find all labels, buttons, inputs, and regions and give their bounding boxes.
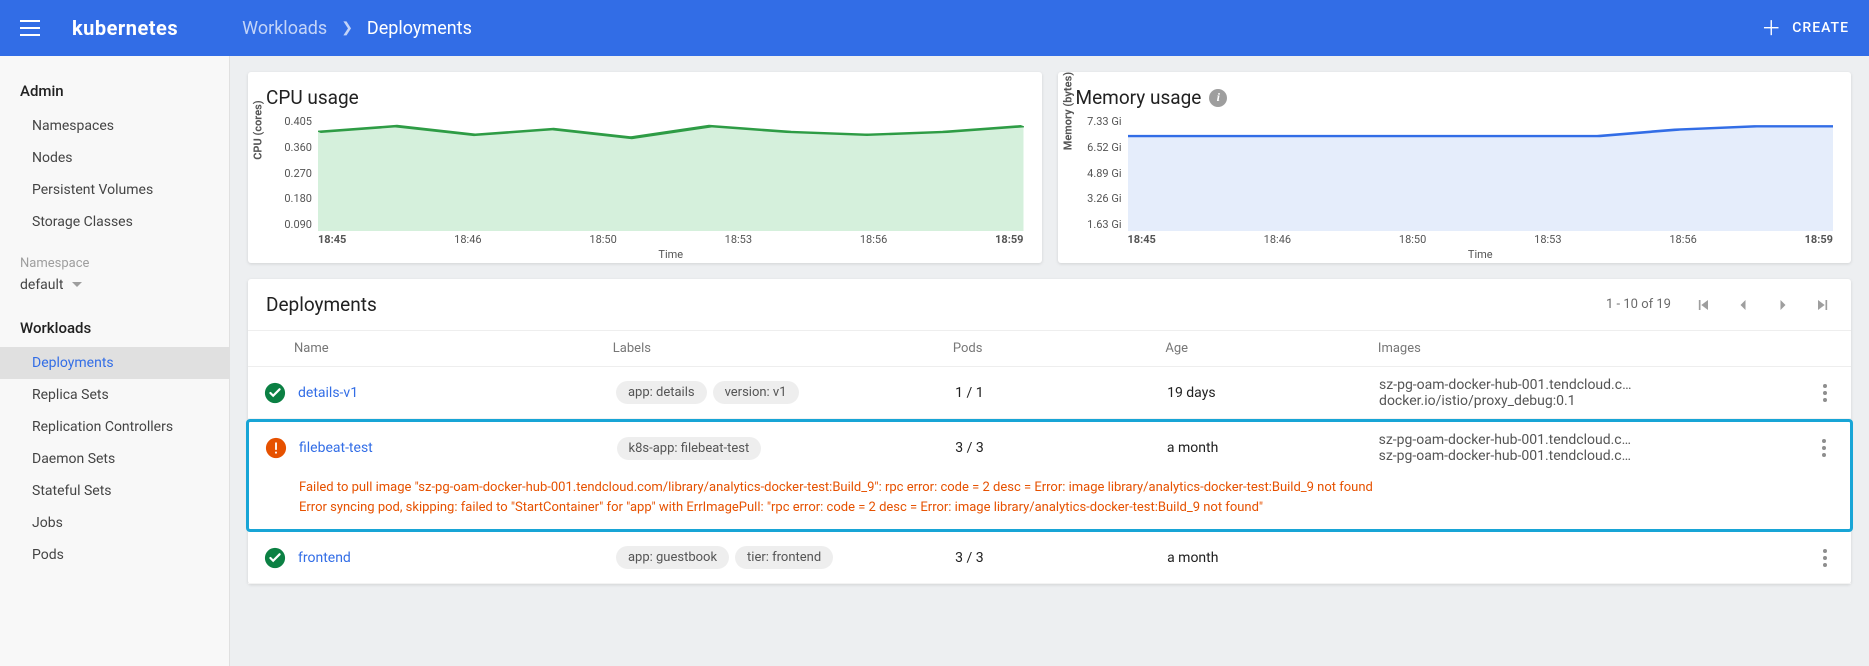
menu-icon[interactable]	[20, 14, 48, 42]
deployment-name-link[interactable]: details-v1	[298, 385, 616, 401]
cpu-chart	[318, 113, 1024, 231]
page-last-icon[interactable]	[1813, 295, 1833, 315]
pagination-range: 1 - 10 of 19	[1606, 297, 1671, 312]
age-cell: a month	[1167, 550, 1379, 566]
images-cell: sz-pg-oam-docker-hub-001.tendcloud.com…s…	[1379, 432, 1802, 464]
label-chip: app: details	[616, 381, 707, 404]
cpu-y-axis: CPU (cores) 0.405 0.360 0.270 0.180 0.09…	[266, 113, 318, 253]
memory-y-axis: Memory (bytes) 7.33 Gi 6.52 Gi 4.89 Gi 3…	[1076, 113, 1128, 253]
sidebar-workloads-title: Workloads	[0, 311, 229, 347]
breadcrumb: Workloads ❯ Deployments	[242, 18, 472, 39]
deployments-card: Deployments 1 - 10 of 19 Name Labels Pod…	[248, 279, 1851, 584]
pods-cell: 3 / 3	[955, 440, 1167, 456]
namespace-select[interactable]: default	[0, 277, 229, 311]
memory-x-axis: 18:4518:4618:5018:5318:5618:59	[1128, 231, 1834, 246]
cpu-card-title: CPU usage	[266, 86, 1024, 109]
sidebar-item-stateful-sets[interactable]: Stateful Sets	[0, 475, 229, 507]
sidebar-item-persistent-volumes[interactable]: Persistent Volumes	[0, 174, 229, 206]
sidebar-item-deployments[interactable]: Deployments	[0, 347, 229, 379]
brand: kubernetes	[72, 16, 178, 40]
table-body: details-v1 app: details version: v1 1 / 1…	[248, 367, 1851, 584]
page-first-icon[interactable]	[1693, 295, 1713, 315]
row-menu-icon[interactable]	[1803, 384, 1847, 402]
cpu-x-axis: 18:4518:4618:5018:5318:5618:59	[318, 231, 1024, 246]
row-menu-icon[interactable]	[1803, 549, 1847, 567]
status-ok-icon	[252, 382, 298, 404]
content-area: CPU usage CPU (cores) 0.405 0.360 0.270 …	[230, 56, 1869, 666]
labels-cell: app: guestbook tier: frontend	[616, 546, 955, 569]
status-ok-icon	[252, 547, 298, 569]
namespace-label: Namespace	[0, 238, 229, 277]
label-chip: tier: frontend	[735, 546, 833, 569]
breadcrumb-deployments[interactable]: Deployments	[367, 18, 472, 39]
deployment-name-link[interactable]: filebeat-test	[299, 440, 617, 456]
sidebar-item-daemon-sets[interactable]: Daemon Sets	[0, 443, 229, 475]
highlighted-error-row: filebeat-test k8s-app: filebeat-test 3 /…	[246, 419, 1853, 532]
sidebar-item-jobs[interactable]: Jobs	[0, 507, 229, 539]
pods-cell: 1 / 1	[955, 385, 1167, 401]
sidebar-item-pods[interactable]: Pods	[0, 539, 229, 571]
age-cell: 19 days	[1167, 385, 1379, 401]
sidebar-item-storage-classes[interactable]: Storage Classes	[0, 206, 229, 238]
table-row: filebeat-test k8s-app: filebeat-test 3 /…	[249, 422, 1850, 474]
row-menu-icon[interactable]	[1802, 439, 1846, 457]
page-next-icon[interactable]	[1773, 295, 1793, 315]
labels-cell: app: details version: v1	[616, 381, 955, 404]
sidebar-item-replica-sets[interactable]: Replica Sets	[0, 379, 229, 411]
status-error-icon	[253, 437, 299, 459]
error-message: Failed to pull image "sz-pg-oam-docker-h…	[253, 474, 1846, 521]
memory-usage-card: Memory usage i Memory (bytes) 7.33 Gi 6.…	[1058, 72, 1852, 263]
namespace-value: default	[20, 277, 64, 293]
sidebar-item-namespaces[interactable]: Namespaces	[0, 110, 229, 142]
chevron-right-icon: ❯	[341, 20, 353, 36]
memory-chart	[1128, 113, 1834, 231]
chevron-down-icon	[72, 280, 82, 290]
labels-cell: k8s-app: filebeat-test	[617, 437, 956, 460]
plus-icon: ＋	[1761, 18, 1782, 38]
deployments-title: Deployments	[266, 293, 377, 316]
breadcrumb-workloads[interactable]: Workloads	[242, 18, 327, 39]
create-label: CREATE	[1792, 20, 1849, 36]
pagination: 1 - 10 of 19	[1606, 295, 1833, 315]
label-chip: k8s-app: filebeat-test	[617, 437, 762, 460]
app-header: kubernetes Workloads ❯ Deployments ＋ CRE…	[0, 0, 1869, 56]
memory-time-label: Time	[1128, 248, 1834, 261]
table-row: details-v1 app: details version: v1 1 / 1…	[248, 367, 1851, 419]
label-chip: app: guestbook	[616, 546, 729, 569]
create-button[interactable]: ＋ CREATE	[1761, 18, 1849, 38]
images-cell: sz-pg-oam-docker-hub-001.tendcloud.com…d…	[1379, 377, 1803, 409]
page-prev-icon[interactable]	[1733, 295, 1753, 315]
label-chip: version: v1	[713, 381, 799, 404]
info-icon[interactable]: i	[1209, 89, 1227, 107]
table-header: Name Labels Pods Age Images	[248, 331, 1851, 367]
cpu-usage-card: CPU usage CPU (cores) 0.405 0.360 0.270 …	[248, 72, 1042, 263]
table-row: frontend app: guestbook tier: frontend 3 …	[248, 532, 1851, 584]
deployment-name-link[interactable]: frontend	[298, 550, 616, 566]
sidebar: Admin Namespaces Nodes Persistent Volume…	[0, 56, 230, 666]
memory-card-title: Memory usage	[1076, 86, 1202, 109]
pods-cell: 3 / 3	[955, 550, 1167, 566]
sidebar-item-replication-controllers[interactable]: Replication Controllers	[0, 411, 229, 443]
sidebar-item-nodes[interactable]: Nodes	[0, 142, 229, 174]
age-cell: a month	[1167, 440, 1379, 456]
sidebar-admin-title: Admin	[0, 74, 229, 110]
cpu-time-label: Time	[318, 248, 1024, 261]
